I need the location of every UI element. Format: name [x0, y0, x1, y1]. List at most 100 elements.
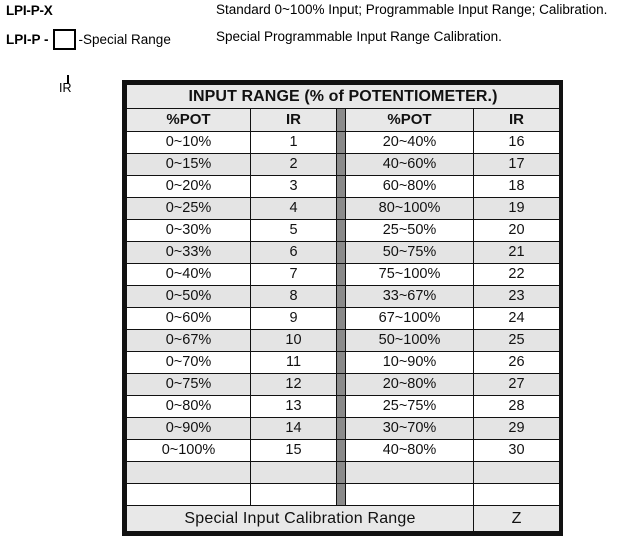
cell-ir-right — [473, 461, 560, 484]
cell-pot-right: 50~75% — [345, 241, 474, 264]
table-title: INPUT RANGE (% of POTENTIOMETER.) — [126, 84, 560, 109]
column-divider — [336, 483, 346, 506]
cell-pot-left — [126, 483, 251, 506]
cell-ir-left: 11 — [250, 351, 337, 374]
cell-ir-right: 20 — [473, 219, 560, 242]
cell-pot-right — [345, 461, 474, 484]
column-header-pot-right: %POT — [345, 108, 474, 132]
cell-pot-right: 20~40% — [345, 131, 474, 154]
cell-ir-left — [250, 461, 337, 484]
cell-ir-left: 1 — [250, 131, 337, 154]
legend-row-standard: LPI-P-X Standard 0~100% Input; Programma… — [6, 2, 616, 20]
column-divider — [336, 108, 346, 132]
table-row: 0~25% 4 80~100% 19 — [126, 197, 560, 220]
cell-ir-left: 7 — [250, 263, 337, 286]
table-row: 0~10% 1 20~40% 16 — [126, 131, 560, 154]
cell-pot-right: 80~100% — [345, 197, 474, 220]
table-row: 0~20% 3 60~80% 18 — [126, 175, 560, 198]
cell-pot-left: 0~100% — [126, 439, 251, 462]
column-divider — [336, 175, 346, 198]
table-title-row: INPUT RANGE (% of POTENTIOMETER.) — [126, 84, 560, 109]
cell-ir-right: 29 — [473, 417, 560, 440]
cell-pot-left: 0~33% — [126, 241, 251, 264]
column-divider — [336, 197, 346, 220]
table-row: 0~30% 5 25~50% 20 — [126, 219, 560, 242]
cell-pot-left: 0~80% — [126, 395, 251, 418]
cell-pot-right — [345, 483, 474, 506]
cell-pot-left: 0~25% — [126, 197, 251, 220]
table-row: 0~80% 13 25~75% 28 — [126, 395, 560, 418]
table-row: 0~50% 8 33~67% 23 — [126, 285, 560, 308]
cell-pot-left: 0~70% — [126, 351, 251, 374]
model-code-prefix-special: LPI-P - — [6, 32, 49, 47]
column-divider — [336, 417, 346, 440]
cell-pot-right: 10~90% — [345, 351, 474, 374]
cell-ir-right: 19 — [473, 197, 560, 220]
cell-pot-right: 60~80% — [345, 175, 474, 198]
column-header-ir-right: IR — [473, 108, 560, 132]
cell-ir-left: 9 — [250, 307, 337, 330]
cell-pot-right: 40~80% — [345, 439, 474, 462]
input-range-table: INPUT RANGE (% of POTENTIOMETER.) %POT I… — [126, 84, 560, 532]
cell-ir-right: 28 — [473, 395, 560, 418]
cell-ir-left: 15 — [250, 439, 337, 462]
column-divider — [336, 285, 346, 308]
column-divider — [336, 241, 346, 264]
cell-ir-right: 16 — [473, 131, 560, 154]
cell-pot-right: 40~60% — [345, 153, 474, 176]
column-divider — [336, 307, 346, 330]
table-row: 0~70% 11 10~90% 26 — [126, 351, 560, 374]
cell-ir-left: 2 — [250, 153, 337, 176]
cell-ir-right: 23 — [473, 285, 560, 308]
table-row-blank — [126, 483, 560, 506]
cell-ir-right: 24 — [473, 307, 560, 330]
cell-pot-left: 0~67% — [126, 329, 251, 352]
column-divider — [336, 461, 346, 484]
column-divider — [336, 373, 346, 396]
cell-pot-right: 75~100% — [345, 263, 474, 286]
cell-ir-left: 5 — [250, 219, 337, 242]
model-code-suffix-special: -Special Range — [78, 32, 171, 47]
ir-placeholder-box-icon — [52, 29, 76, 50]
cell-ir-left: 12 — [250, 373, 337, 396]
cell-pot-right: 67~100% — [345, 307, 474, 330]
cell-ir-left — [250, 483, 337, 506]
column-divider — [336, 439, 346, 462]
model-description-special: Special Programmable Input Range Calibra… — [216, 29, 502, 44]
cell-ir-left: 14 — [250, 417, 337, 440]
cell-ir-left: 10 — [250, 329, 337, 352]
cell-pot-right: 20~80% — [345, 373, 474, 396]
cell-pot-left: 0~75% — [126, 373, 251, 396]
table-row: 0~60% 9 67~100% 24 — [126, 307, 560, 330]
cell-ir-left: 6 — [250, 241, 337, 264]
column-divider — [336, 263, 346, 286]
cell-pot-left: 0~60% — [126, 307, 251, 330]
table-row-blank — [126, 461, 560, 484]
table-row: 0~40% 7 75~100% 22 — [126, 263, 560, 286]
cell-ir-right: 21 — [473, 241, 560, 264]
cell-ir-left: 8 — [250, 285, 337, 308]
table-row: 0~90% 14 30~70% 29 — [126, 417, 560, 440]
table-header-row: %POT IR %POT IR — [126, 108, 560, 132]
legend-block: LPI-P-X Standard 0~100% Input; Programma… — [0, 0, 620, 95]
table-row: 0~15% 2 40~60% 17 — [126, 153, 560, 176]
cell-ir-left: 4 — [250, 197, 337, 220]
ir-callout-label: IR — [59, 81, 72, 95]
cell-pot-right: 25~50% — [345, 219, 474, 242]
cell-ir-right: 27 — [473, 373, 560, 396]
cell-pot-right: 33~67% — [345, 285, 474, 308]
cell-pot-left: 0~90% — [126, 417, 251, 440]
column-divider — [336, 219, 346, 242]
table-row: 0~33% 6 50~75% 21 — [126, 241, 560, 264]
cell-pot-left: 0~20% — [126, 175, 251, 198]
cell-pot-right: 25~75% — [345, 395, 474, 418]
model-code-standard: LPI-P-X — [6, 3, 53, 19]
cell-ir-right: 26 — [473, 351, 560, 374]
cell-pot-left: 0~50% — [126, 285, 251, 308]
column-divider — [336, 131, 346, 154]
cell-ir-right: 17 — [473, 153, 560, 176]
special-calibration-label: Special Input Calibration Range — [126, 505, 474, 532]
cell-ir-right: 25 — [473, 329, 560, 352]
column-divider — [336, 395, 346, 418]
column-divider — [336, 329, 346, 352]
